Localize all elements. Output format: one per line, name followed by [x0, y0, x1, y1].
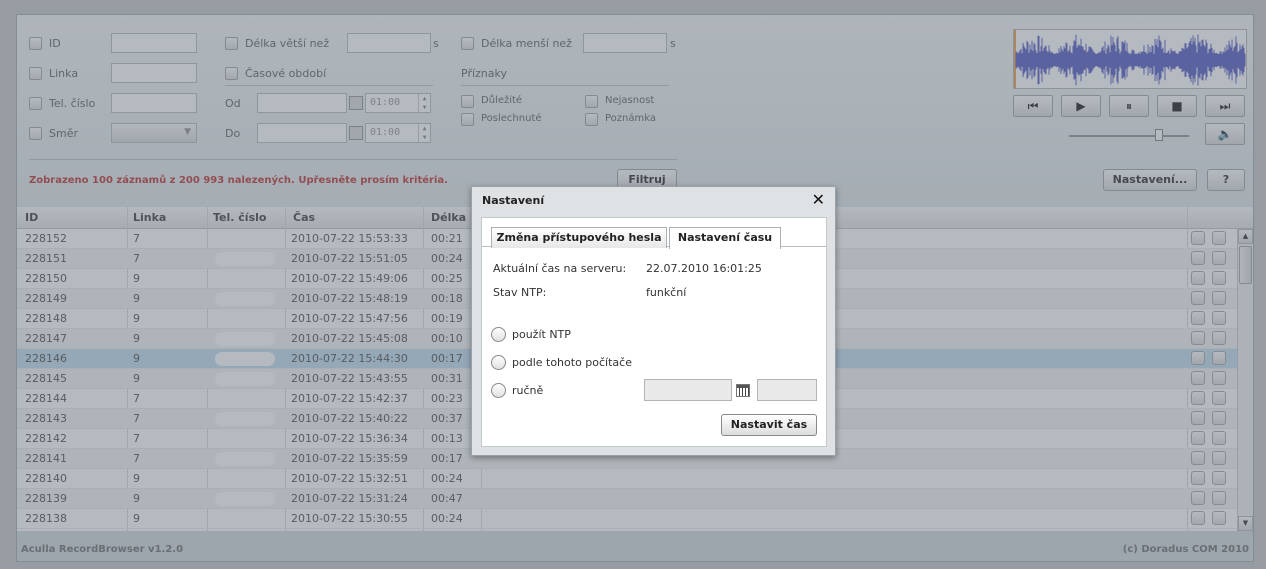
manual-time-input[interactable]: [757, 379, 817, 401]
tab-bar: Změna přístupového hesla Nastavení času: [482, 218, 826, 249]
server-time-label: Aktuální čas na serveru:: [493, 262, 627, 275]
dialog-body: Změna přístupového hesla Nastavení času …: [481, 217, 827, 447]
ntp-status-label: Stav NTP:: [493, 286, 547, 299]
tab-password-change[interactable]: Změna přístupového hesla: [491, 227, 667, 248]
radio-by-computer[interactable]: [491, 355, 506, 370]
radio-manual[interactable]: [491, 383, 506, 398]
settings-dialog: Nastavení ✕ Změna přístupového hesla Nas…: [471, 186, 836, 456]
set-time-button[interactable]: Nastavit čas: [721, 414, 817, 436]
server-time-value: 22.07.2010 16:01:25: [646, 262, 762, 275]
radio-use-ntp[interactable]: [491, 327, 506, 342]
calendar-icon[interactable]: [736, 384, 750, 397]
dialog-title: Nastavení: [482, 194, 545, 207]
radio-use-ntp-label[interactable]: použít NTP: [512, 328, 571, 341]
tab-time-settings[interactable]: Nastavení času: [669, 227, 781, 249]
radio-by-computer-label[interactable]: podle tohoto počítače: [512, 356, 632, 369]
manual-date-input[interactable]: [644, 379, 732, 401]
ntp-status-value: funkční: [646, 286, 687, 299]
close-icon[interactable]: ✕: [812, 190, 825, 209]
radio-manual-label[interactable]: ručně: [512, 384, 543, 397]
